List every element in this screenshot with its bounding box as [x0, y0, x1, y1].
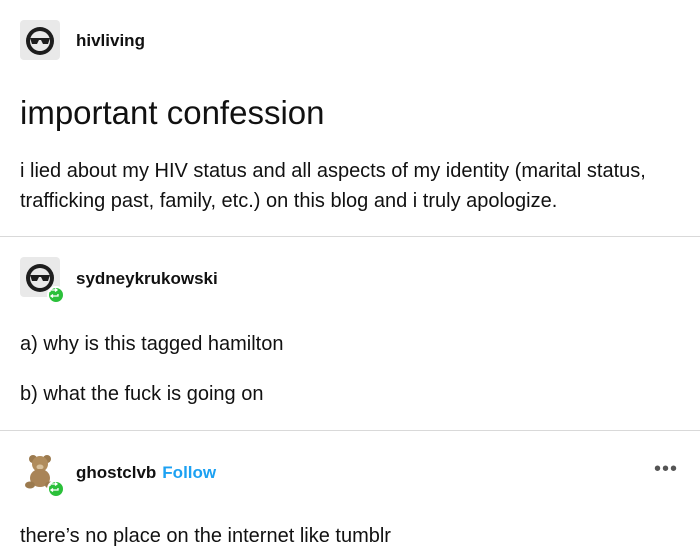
post-2-line-2: b) what the fuck is going on — [20, 383, 264, 405]
post-1-title: important confession — [20, 94, 325, 131]
post-3-body: there’s no place on the internet like tu… — [20, 525, 391, 547]
sunglasses-face-icon — [26, 27, 54, 55]
post-3-username-row: ghostclvb Follow — [76, 463, 216, 483]
post-1-username[interactable]: hivliving — [76, 31, 145, 51]
post-2-line-1: a) why is this tagged hamilton — [20, 333, 284, 355]
reblog-icon — [47, 286, 65, 304]
avatar-hivliving[interactable] — [20, 20, 60, 60]
post-divider-1 — [0, 236, 700, 237]
avatar-ghostclvb[interactable] — [20, 451, 65, 498]
post-divider-2 — [0, 430, 700, 431]
reblog-icon — [47, 480, 65, 498]
post-2-username[interactable]: sydneykrukowski — [76, 269, 218, 289]
post-3-username[interactable]: ghostclvb — [76, 463, 156, 482]
more-options-icon[interactable]: ••• — [654, 458, 678, 481]
post-1-body: i lied about my HIV status and all aspec… — [20, 160, 646, 212]
follow-button[interactable]: Follow — [162, 463, 216, 482]
avatar-sydneykrukowski[interactable] — [20, 257, 65, 304]
